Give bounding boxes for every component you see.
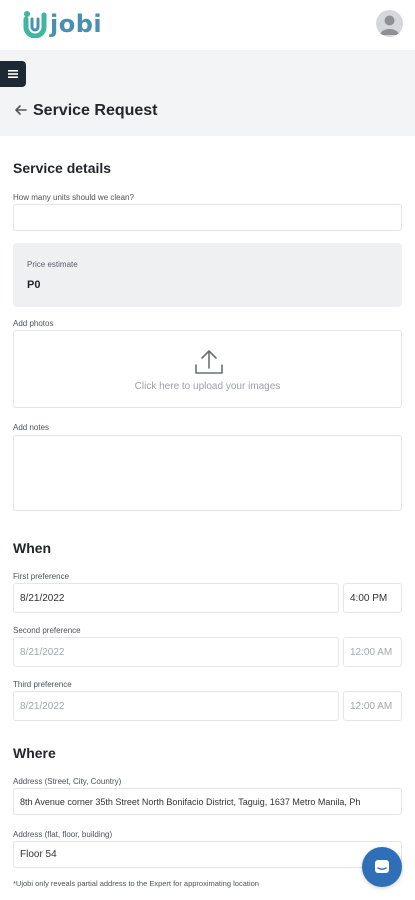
upload-icon bbox=[195, 350, 223, 374]
second-preference-label: Second preference bbox=[13, 626, 81, 635]
first-preference-time[interactable]: 4:00 PM bbox=[343, 583, 402, 613]
page-title: Service Request bbox=[33, 102, 158, 119]
unit-address-label: Address (flat, floor, building) bbox=[13, 830, 113, 839]
where-heading: Where bbox=[13, 745, 56, 761]
when-heading: When bbox=[13, 540, 52, 556]
photos-label: Add photos bbox=[13, 319, 54, 328]
photo-upload-area[interactable]: Click here to upload your images bbox=[13, 330, 402, 408]
chat-icon bbox=[375, 860, 389, 873]
third-preference-label: Third preference bbox=[13, 680, 72, 689]
logo-u-icon bbox=[23, 11, 47, 38]
unit-address-input[interactable]: Floor 54 bbox=[13, 841, 402, 868]
top-bar: jobi bbox=[0, 0, 415, 50]
price-estimate-label: Price estimate bbox=[27, 260, 78, 269]
upload-text: Click here to upload your images bbox=[134, 381, 281, 392]
menu-button[interactable] bbox=[0, 61, 26, 87]
notes-textarea[interactable] bbox=[13, 435, 402, 511]
address-label: Address (Street, City, Country) bbox=[13, 777, 122, 786]
chat-button[interactable] bbox=[362, 847, 402, 887]
service-details-heading: Service details bbox=[13, 160, 112, 176]
hamburger-icon bbox=[8, 70, 18, 78]
address-privacy-note: *Ujobi only reveals partial address to t… bbox=[13, 879, 259, 888]
avatar[interactable] bbox=[376, 10, 403, 37]
title-band bbox=[0, 50, 415, 136]
user-icon bbox=[380, 15, 399, 35]
units-input[interactable] bbox=[13, 204, 402, 231]
third-preference-date[interactable]: 8/21/2022 bbox=[13, 691, 339, 721]
notes-label: Add notes bbox=[13, 423, 50, 432]
back-arrow-icon[interactable] bbox=[13, 102, 29, 118]
price-estimate-box: Price estimate P0 bbox=[13, 243, 402, 307]
first-preference-label: First preference bbox=[13, 572, 70, 581]
address-input[interactable]: 8th Avenue corner 35th Street North Boni… bbox=[13, 788, 402, 815]
second-preference-date[interactable]: 8/21/2022 bbox=[13, 637, 339, 667]
third-preference-time[interactable]: 12:00 AM bbox=[343, 691, 402, 721]
second-preference-time[interactable]: 12:00 AM bbox=[343, 637, 402, 667]
logo-text: jobi bbox=[50, 10, 103, 38]
ujobi-logo[interactable]: jobi bbox=[22, 8, 102, 40]
first-preference-date[interactable]: 8/21/2022 bbox=[13, 583, 339, 613]
units-label: How many units should we clean? bbox=[13, 193, 134, 202]
price-estimate-value: P0 bbox=[27, 279, 41, 291]
